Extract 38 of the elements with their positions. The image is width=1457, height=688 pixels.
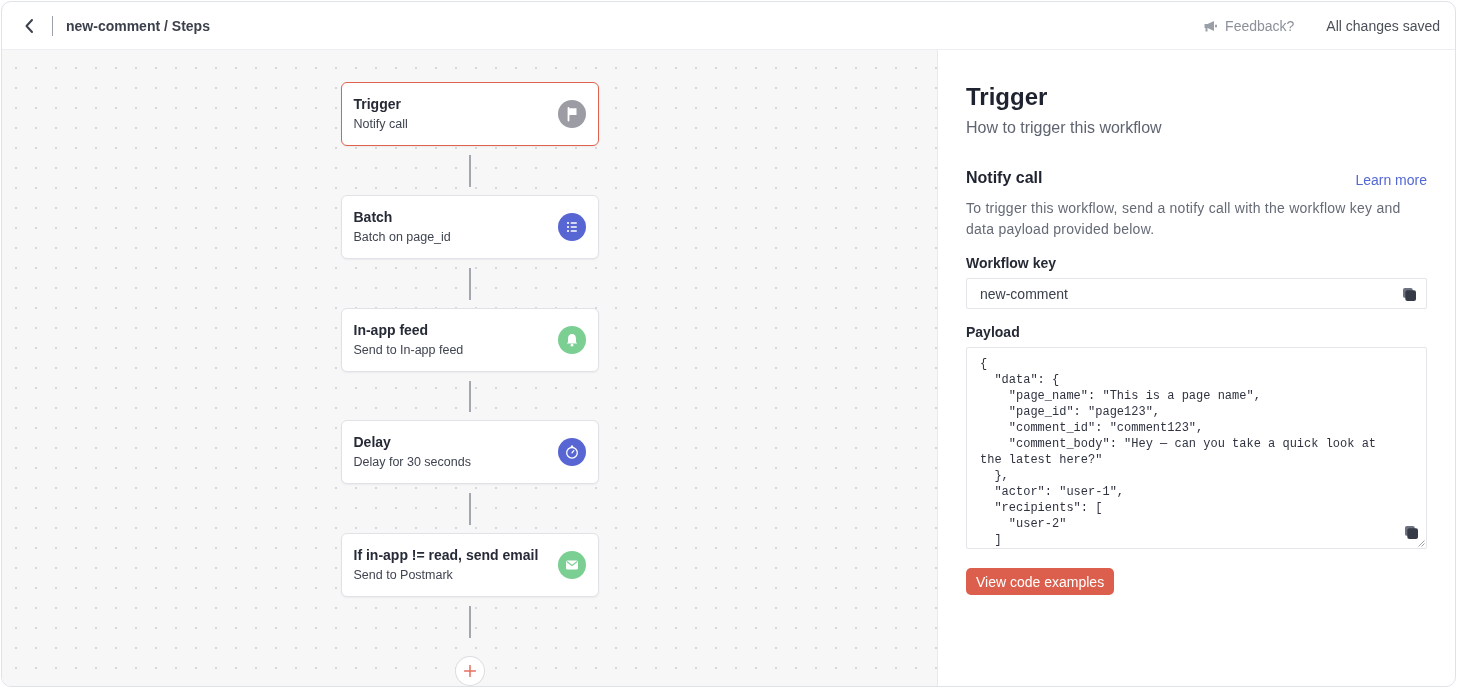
step-subtitle: Send to In-app feed [353, 341, 464, 359]
field-label: Payload [966, 323, 1020, 342]
save-status: All changes saved [1326, 17, 1440, 34]
step-title: Delay [353, 433, 391, 452]
step-card[interactable]: Delay Delay for 30 seconds [340, 420, 599, 485]
step-subtitle: Notify call [353, 115, 408, 133]
view-code-examples-button[interactable]: View code examples [966, 568, 1115, 595]
connector-line [468, 606, 471, 639]
step-title: Trigger [353, 94, 401, 113]
workflow-key-field[interactable]: new-comment [966, 278, 1427, 309]
step-subtitle: Send to Postmark [353, 567, 453, 585]
step-card[interactable]: In-app feed Send to In-app feed [340, 307, 599, 372]
megaphone-icon [1204, 19, 1218, 32]
plus-icon [463, 665, 476, 678]
step-title: If in-app != read, send email [353, 546, 539, 565]
step-subtitle: Batch on page_id [353, 228, 451, 246]
connector-line [468, 267, 471, 300]
step-card[interactable]: If in-app != read, send email Send to Postmark [340, 533, 599, 598]
copy-icon[interactable] [1403, 288, 1416, 301]
step-title: In-app feed [353, 320, 429, 339]
connector-line [468, 493, 471, 526]
copy-icon[interactable] [1405, 526, 1418, 539]
panel-subtitle: How to trigger this workflow [966, 118, 1162, 138]
field-label: Workflow key [966, 254, 1056, 273]
step-card[interactable]: Trigger Notify call [340, 82, 599, 146]
connector-line [468, 380, 471, 413]
section-title: Notify call [966, 168, 1043, 188]
resize-grip-icon[interactable] [1417, 539, 1425, 547]
step-card[interactable]: Batch Batch on page_id [340, 194, 599, 259]
step-title: Batch [353, 207, 393, 226]
connector-line [468, 154, 471, 187]
learn-more-link[interactable]: Learn more [1355, 171, 1427, 188]
panel-title: Trigger [966, 82, 1048, 112]
chevron-left-icon [24, 17, 34, 34]
section-description: To trigger this workflow, send a notify call with the workflow key and data payload provided below. [966, 199, 1402, 239]
breadcrumb-title: new-comment / Steps [66, 17, 210, 34]
payload-field[interactable]: { "data": { "page_name": "This is a page name", "page_id": "page123", "comment_id": "comment123", "comment_body": "Hey — can you take a quick look at the latest here?" }, "actor": "user-1", "recipients": [ "user-2" ] [966, 347, 1427, 549]
step-subtitle: Delay for 30 seconds [353, 454, 471, 472]
